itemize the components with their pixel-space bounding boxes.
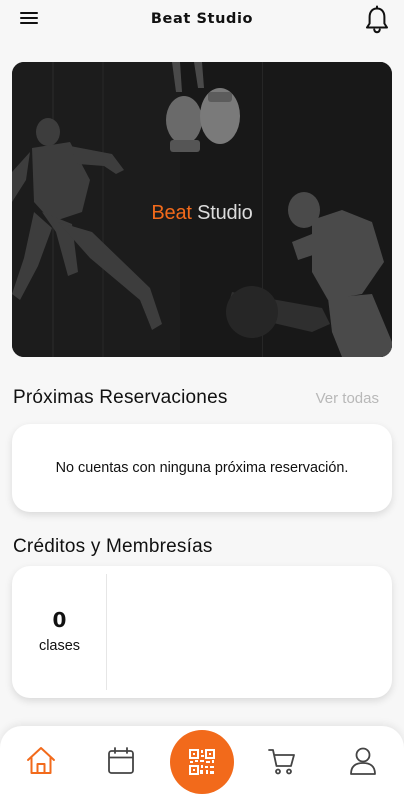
brand-logo-part2: Studio [197,202,253,224]
home-icon[interactable] [24,744,58,778]
qr-code-icon [189,749,215,775]
user-icon[interactable] [346,744,380,778]
app-title: Beat Studio [150,11,254,27]
credit-unit: clases [38,638,81,654]
hero-banner: Beat Studio [12,62,392,357]
empty-reservations-message: No cuentas con ninguna próxima reservaci… [55,460,349,476]
credits-title: Créditos y Membresías [13,536,213,557]
see-all-link[interactable]: Ver todas [316,390,379,407]
credit-divider [106,574,107,690]
cart-icon[interactable] [265,744,299,778]
app-header: Beat Studio [0,0,404,42]
brand-logo-part1: Beat [151,202,192,224]
credit-count: 0 [52,608,67,632]
credits-card: 0 clases [12,566,392,698]
qr-code-button[interactable] [170,730,234,794]
hero-brand-logo: Beat Studio [12,202,392,225]
bell-icon[interactable] [362,4,392,36]
reservations-card: No cuentas con ninguna próxima reservaci… [12,424,392,512]
calendar-icon[interactable] [104,744,138,778]
credit-item[interactable]: 0 clases [12,566,107,698]
reservations-title: Próximas Reservaciones [13,387,228,408]
